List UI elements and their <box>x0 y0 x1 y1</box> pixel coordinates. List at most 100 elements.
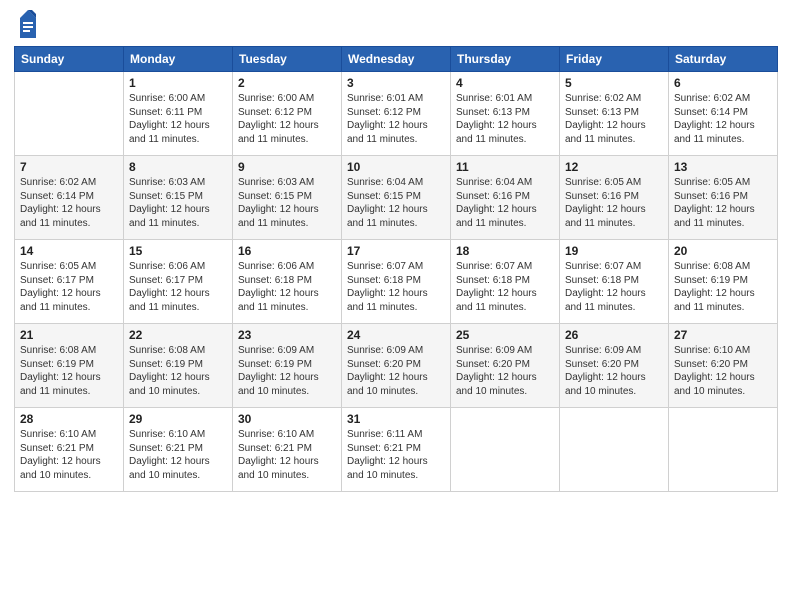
calendar-cell: 14Sunrise: 6:05 AM Sunset: 6:17 PM Dayli… <box>15 240 124 324</box>
weekday-header-friday: Friday <box>560 47 669 72</box>
day-number: 18 <box>456 244 554 258</box>
day-info: Sunrise: 6:07 AM Sunset: 6:18 PM Dayligh… <box>456 260 554 314</box>
header <box>14 10 778 38</box>
calendar-cell: 19Sunrise: 6:07 AM Sunset: 6:18 PM Dayli… <box>560 240 669 324</box>
calendar-header: SundayMondayTuesdayWednesdayThursdayFrid… <box>15 47 778 72</box>
day-info: Sunrise: 6:09 AM Sunset: 6:20 PM Dayligh… <box>565 344 663 398</box>
weekday-header-saturday: Saturday <box>669 47 778 72</box>
day-info: Sunrise: 6:08 AM Sunset: 6:19 PM Dayligh… <box>674 260 772 314</box>
calendar-cell: 20 Sunrise: 6:08 AM Sunset: 6:19 PM Dayli… <box>669 240 778 324</box>
calendar-cell: 29Sunrise: 6:10 AM Sunset: 6:21 PM Dayli… <box>124 408 233 492</box>
calendar-cell: 28 Sunrise: 6:10 AM Sunset: 6:21 PM Dayli… <box>15 408 124 492</box>
weekday-header-row: SundayMondayTuesdayWednesdayThursdayFrid… <box>15 47 778 72</box>
day-info: Sunrise: 6:00 AM Sunset: 6:12 PM Dayligh… <box>238 92 336 146</box>
day-info: Sunrise: 6:06 AM Sunset: 6:17 PM Dayligh… <box>129 260 227 314</box>
day-info: Sunrise: 6:04 AM Sunset: 6:15 PM Dayligh… <box>347 176 445 230</box>
week-row-3: 21 Sunrise: 6:08 AM Sunset: 6:19 PM Dayli… <box>15 324 778 408</box>
logo <box>14 10 38 38</box>
day-number: 28 <box>20 412 118 426</box>
day-info: Sunrise: 6:10 AM Sunset: 6:21 PM Dayligh… <box>238 428 336 482</box>
day-number: 6 <box>674 76 772 90</box>
day-info: Sunrise: 6:10 AM Sunset: 6:21 PM Dayligh… <box>129 428 227 482</box>
page: SundayMondayTuesdayWednesdayThursdayFrid… <box>0 0 792 612</box>
weekday-header-wednesday: Wednesday <box>342 47 451 72</box>
calendar-cell: 22Sunrise: 6:08 AM Sunset: 6:19 PM Dayli… <box>124 324 233 408</box>
day-number: 4 <box>456 76 554 90</box>
calendar-cell: 11 Sunrise: 6:04 AM Sunset: 6:16 PM Dayli… <box>451 156 560 240</box>
day-info: Sunrise: 6:07 AM Sunset: 6:18 PM Dayligh… <box>565 260 663 314</box>
calendar-cell: 3 Sunrise: 6:01 AM Sunset: 6:12 PM Daylig… <box>342 72 451 156</box>
calendar-cell: 2 Sunrise: 6:00 AM Sunset: 6:12 PM Daylig… <box>233 72 342 156</box>
day-number: 21 <box>20 328 118 342</box>
day-number: 11 <box>456 160 554 174</box>
day-number: 30 <box>238 412 336 426</box>
day-number: 10 <box>347 160 445 174</box>
calendar-cell: 31 Sunrise: 6:11 AM Sunset: 6:21 PM Dayli… <box>342 408 451 492</box>
calendar-cell: 5 Sunrise: 6:02 AM Sunset: 6:13 PM Daylig… <box>560 72 669 156</box>
day-info: Sunrise: 6:09 AM Sunset: 6:20 PM Dayligh… <box>347 344 445 398</box>
calendar-cell: 1Sunrise: 6:00 AM Sunset: 6:11 PM Daylig… <box>124 72 233 156</box>
day-number: 5 <box>565 76 663 90</box>
calendar-cell: 30 Sunrise: 6:10 AM Sunset: 6:21 PM Dayli… <box>233 408 342 492</box>
day-info: Sunrise: 6:07 AM Sunset: 6:18 PM Dayligh… <box>347 260 445 314</box>
day-number: 27 <box>674 328 772 342</box>
calendar-cell: 6 Sunrise: 6:02 AM Sunset: 6:14 PM Daylig… <box>669 72 778 156</box>
calendar-cell <box>451 408 560 492</box>
calendar-cell: 4 Sunrise: 6:01 AM Sunset: 6:13 PM Daylig… <box>451 72 560 156</box>
weekday-header-thursday: Thursday <box>451 47 560 72</box>
calendar-cell: 12 Sunrise: 6:05 AM Sunset: 6:16 PM Dayli… <box>560 156 669 240</box>
week-row-4: 28 Sunrise: 6:10 AM Sunset: 6:21 PM Dayli… <box>15 408 778 492</box>
calendar-cell: 8 Sunrise: 6:03 AM Sunset: 6:15 PM Daylig… <box>124 156 233 240</box>
calendar-cell: 9Sunrise: 6:03 AM Sunset: 6:15 PM Daylig… <box>233 156 342 240</box>
day-number: 23 <box>238 328 336 342</box>
week-row-0: 1Sunrise: 6:00 AM Sunset: 6:11 PM Daylig… <box>15 72 778 156</box>
day-info: Sunrise: 6:05 AM Sunset: 6:16 PM Dayligh… <box>565 176 663 230</box>
day-number: 7 <box>20 160 118 174</box>
weekday-header-monday: Monday <box>124 47 233 72</box>
week-row-1: 7 Sunrise: 6:02 AM Sunset: 6:14 PM Daylig… <box>15 156 778 240</box>
day-info: Sunrise: 6:02 AM Sunset: 6:14 PM Dayligh… <box>20 176 118 230</box>
day-info: Sunrise: 6:10 AM Sunset: 6:21 PM Dayligh… <box>20 428 118 482</box>
calendar-table: SundayMondayTuesdayWednesdayThursdayFrid… <box>14 46 778 492</box>
weekday-header-tuesday: Tuesday <box>233 47 342 72</box>
day-info: Sunrise: 6:09 AM Sunset: 6:19 PM Dayligh… <box>238 344 336 398</box>
day-number: 2 <box>238 76 336 90</box>
logo-icon <box>18 10 38 38</box>
calendar-cell <box>15 72 124 156</box>
day-number: 9 <box>238 160 336 174</box>
day-number: 20 <box>674 244 772 258</box>
calendar-cell: 25Sunrise: 6:09 AM Sunset: 6:20 PM Dayli… <box>451 324 560 408</box>
day-info: Sunrise: 6:08 AM Sunset: 6:19 PM Dayligh… <box>20 344 118 398</box>
day-number: 31 <box>347 412 445 426</box>
day-number: 17 <box>347 244 445 258</box>
day-number: 26 <box>565 328 663 342</box>
day-info: Sunrise: 6:02 AM Sunset: 6:13 PM Dayligh… <box>565 92 663 146</box>
calendar-cell: 13Sunrise: 6:05 AM Sunset: 6:16 PM Dayli… <box>669 156 778 240</box>
calendar-cell <box>669 408 778 492</box>
day-info: Sunrise: 6:11 AM Sunset: 6:21 PM Dayligh… <box>347 428 445 482</box>
day-info: Sunrise: 6:10 AM Sunset: 6:20 PM Dayligh… <box>674 344 772 398</box>
calendar-body: 1Sunrise: 6:00 AM Sunset: 6:11 PM Daylig… <box>15 72 778 492</box>
day-number: 1 <box>129 76 227 90</box>
day-info: Sunrise: 6:01 AM Sunset: 6:13 PM Dayligh… <box>456 92 554 146</box>
day-info: Sunrise: 6:04 AM Sunset: 6:16 PM Dayligh… <box>456 176 554 230</box>
day-number: 13 <box>674 160 772 174</box>
day-number: 25 <box>456 328 554 342</box>
day-info: Sunrise: 6:02 AM Sunset: 6:14 PM Dayligh… <box>674 92 772 146</box>
day-number: 12 <box>565 160 663 174</box>
day-number: 24 <box>347 328 445 342</box>
day-number: 14 <box>20 244 118 258</box>
calendar-cell: 21 Sunrise: 6:08 AM Sunset: 6:19 PM Dayli… <box>15 324 124 408</box>
day-info: Sunrise: 6:03 AM Sunset: 6:15 PM Dayligh… <box>129 176 227 230</box>
calendar-cell: 17 Sunrise: 6:07 AM Sunset: 6:18 PM Dayli… <box>342 240 451 324</box>
day-info: Sunrise: 6:01 AM Sunset: 6:12 PM Dayligh… <box>347 92 445 146</box>
day-info: Sunrise: 6:08 AM Sunset: 6:19 PM Dayligh… <box>129 344 227 398</box>
calendar-cell: 15 Sunrise: 6:06 AM Sunset: 6:17 PM Dayli… <box>124 240 233 324</box>
calendar-cell: 26 Sunrise: 6:09 AM Sunset: 6:20 PM Dayli… <box>560 324 669 408</box>
day-number: 15 <box>129 244 227 258</box>
calendar-cell: 7 Sunrise: 6:02 AM Sunset: 6:14 PM Daylig… <box>15 156 124 240</box>
day-number: 8 <box>129 160 227 174</box>
day-number: 3 <box>347 76 445 90</box>
calendar-cell: 24 Sunrise: 6:09 AM Sunset: 6:20 PM Dayli… <box>342 324 451 408</box>
day-number: 16 <box>238 244 336 258</box>
